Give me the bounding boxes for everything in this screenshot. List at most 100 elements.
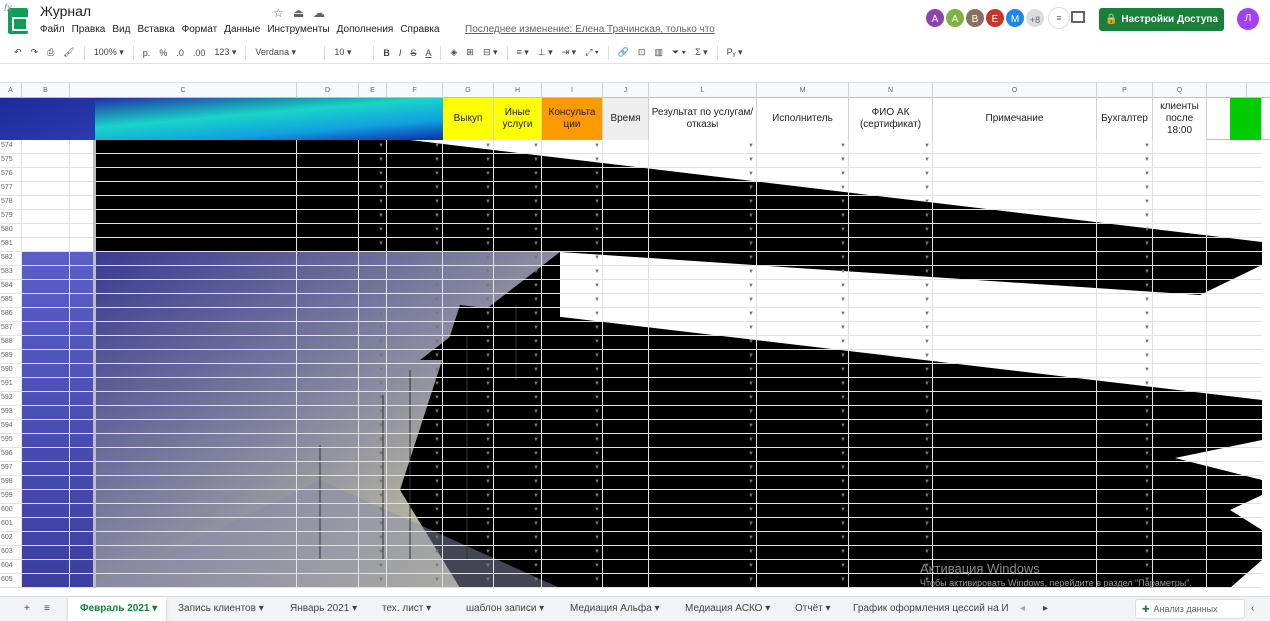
dropdown-chevron-icon[interactable]: ▼ [924,549,930,555]
dropdown-chevron-icon[interactable]: ▼ [378,521,384,527]
dropdown-chevron-icon[interactable]: ▼ [748,157,754,163]
bold-icon[interactable]: B [383,48,390,58]
row-number[interactable]: 577 [0,184,22,191]
menu-item[interactable]: Дополнения [337,24,394,38]
tab-menu-chevron-icon[interactable]: ▾ [536,603,544,614]
dropdown-chevron-icon[interactable]: ▼ [533,143,539,149]
dropdown-chevron-icon[interactable]: ▼ [378,423,384,429]
dropdown-chevron-icon[interactable]: ▼ [434,269,440,275]
dropdown-chevron-icon[interactable]: ▼ [485,255,491,261]
dropdown-chevron-icon[interactable]: ▼ [434,395,440,401]
dropdown-chevron-icon[interactable]: ▼ [1144,451,1150,457]
dropdown-chevron-icon[interactable]: ▼ [840,381,846,387]
row-number[interactable]: 605 [0,576,22,583]
dropdown-chevron-icon[interactable]: ▼ [434,255,440,261]
dropdown-chevron-icon[interactable]: ▼ [748,367,754,373]
dropdown-chevron-icon[interactable]: ▼ [924,171,930,177]
fill-color-icon[interactable]: ◈ [450,47,457,58]
dropdown-chevron-icon[interactable]: ▼ [485,479,491,485]
header-cell-green[interactable] [1230,98,1262,140]
column-header[interactable]: M [757,83,849,98]
dropdown-chevron-icon[interactable]: ▼ [533,437,539,443]
dropdown-chevron-icon[interactable]: ▼ [748,185,754,191]
dropdown-chevron-icon[interactable]: ▼ [378,563,384,569]
row-number[interactable]: 578 [0,198,22,205]
dropdown-chevron-icon[interactable]: ▼ [748,241,754,247]
dropdown-chevron-icon[interactable]: ▼ [594,283,600,289]
functions-icon[interactable]: Σ ▾ [695,47,708,58]
sheet-tab[interactable]: Январь 2021 ▾ [278,597,370,621]
dropdown-chevron-icon[interactable]: ▼ [924,507,930,513]
dropdown-chevron-icon[interactable]: ▼ [378,199,384,205]
dropdown-chevron-icon[interactable]: ▼ [533,213,539,219]
dropdown-chevron-icon[interactable]: ▼ [1144,465,1150,471]
dropdown-chevron-icon[interactable]: ▼ [434,479,440,485]
dropdown-chevron-icon[interactable]: ▼ [594,493,600,499]
dropdown-chevron-icon[interactable]: ▼ [594,171,600,177]
row-number[interactable]: 604 [0,562,22,569]
dropdown-chevron-icon[interactable]: ▼ [434,381,440,387]
dropdown-chevron-icon[interactable]: ▼ [748,549,754,555]
dropdown-chevron-icon[interactable]: ▼ [1144,227,1150,233]
dropdown-chevron-icon[interactable]: ▼ [924,535,930,541]
column-header[interactable]: J [603,83,649,98]
horizontal-align-icon[interactable]: ≡ ▾ [517,47,529,58]
column-header[interactable]: I [542,83,603,98]
dropdown-chevron-icon[interactable]: ▼ [748,227,754,233]
dropdown-chevron-icon[interactable]: ▼ [533,549,539,555]
increase-decimal-button[interactable]: .00 [193,48,206,58]
row-number[interactable]: 592 [0,394,22,401]
header-cell[interactable]: Иные услуги [494,98,542,140]
sheet-tab[interactable]: тех. лист ▾ [370,597,454,621]
dropdown-chevron-icon[interactable]: ▼ [594,465,600,471]
dropdown-chevron-icon[interactable]: ▼ [533,255,539,261]
undo-icon[interactable]: ↶ [14,47,22,58]
dropdown-chevron-icon[interactable]: ▼ [485,451,491,457]
dropdown-chevron-icon[interactable]: ▼ [748,395,754,401]
tab-menu-chevron-icon[interactable]: ▾ [256,603,264,614]
row-number[interactable]: 603 [0,548,22,555]
dropdown-chevron-icon[interactable]: ▼ [840,451,846,457]
dropdown-chevron-icon[interactable]: ▼ [840,507,846,513]
row-number[interactable]: 585 [0,296,22,303]
dropdown-chevron-icon[interactable]: ▼ [533,423,539,429]
dropdown-chevron-icon[interactable]: ▼ [378,213,384,219]
column-header[interactable]: L [649,83,757,98]
dropdown-chevron-icon[interactable]: ▼ [748,325,754,331]
dropdown-chevron-icon[interactable]: ▼ [748,577,754,583]
text-wrapping-icon[interactable]: ⇥ ▾ [562,47,577,58]
dropdown-chevron-icon[interactable]: ▼ [840,255,846,261]
strikethrough-icon[interactable]: S [410,48,416,58]
dropdown-chevron-icon[interactable]: ▼ [594,521,600,527]
insert-comment-icon[interactable]: ⊡ [638,47,646,58]
dropdown-chevron-icon[interactable]: ▼ [485,507,491,513]
dropdown-chevron-icon[interactable]: ▼ [840,227,846,233]
decrease-decimal-button[interactable]: .0 [176,48,184,58]
collaborator-avatar[interactable]: А [944,7,966,29]
dropdown-chevron-icon[interactable]: ▼ [378,577,384,583]
header-cell[interactable]: Выкуп [443,98,494,140]
dropdown-chevron-icon[interactable]: ▼ [594,437,600,443]
dropdown-chevron-icon[interactable]: ▼ [840,563,846,569]
dropdown-chevron-icon[interactable]: ▼ [594,185,600,191]
dropdown-chevron-icon[interactable]: ▼ [485,563,491,569]
column-header[interactable]: D [297,83,359,98]
dropdown-chevron-icon[interactable]: ▼ [485,185,491,191]
dropdown-chevron-icon[interactable]: ▼ [434,549,440,555]
dropdown-chevron-icon[interactable]: ▼ [434,367,440,373]
dropdown-chevron-icon[interactable]: ▼ [1144,269,1150,275]
dropdown-chevron-icon[interactable]: ▼ [485,213,491,219]
dropdown-chevron-icon[interactable]: ▼ [924,353,930,359]
dropdown-chevron-icon[interactable]: ▼ [594,367,600,373]
dropdown-chevron-icon[interactable]: ▼ [533,227,539,233]
dropdown-chevron-icon[interactable]: ▼ [434,213,440,219]
account-avatar[interactable]: Л [1237,8,1259,30]
dropdown-chevron-icon[interactable]: ▼ [924,185,930,191]
dropdown-chevron-icon[interactable]: ▼ [434,171,440,177]
dropdown-chevron-icon[interactable]: ▼ [1144,297,1150,303]
dropdown-chevron-icon[interactable]: ▼ [748,409,754,415]
dropdown-chevron-icon[interactable]: ▼ [485,465,491,471]
column-header[interactable]: E [359,83,387,98]
dropdown-chevron-icon[interactable]: ▼ [1144,283,1150,289]
dropdown-chevron-icon[interactable]: ▼ [378,255,384,261]
